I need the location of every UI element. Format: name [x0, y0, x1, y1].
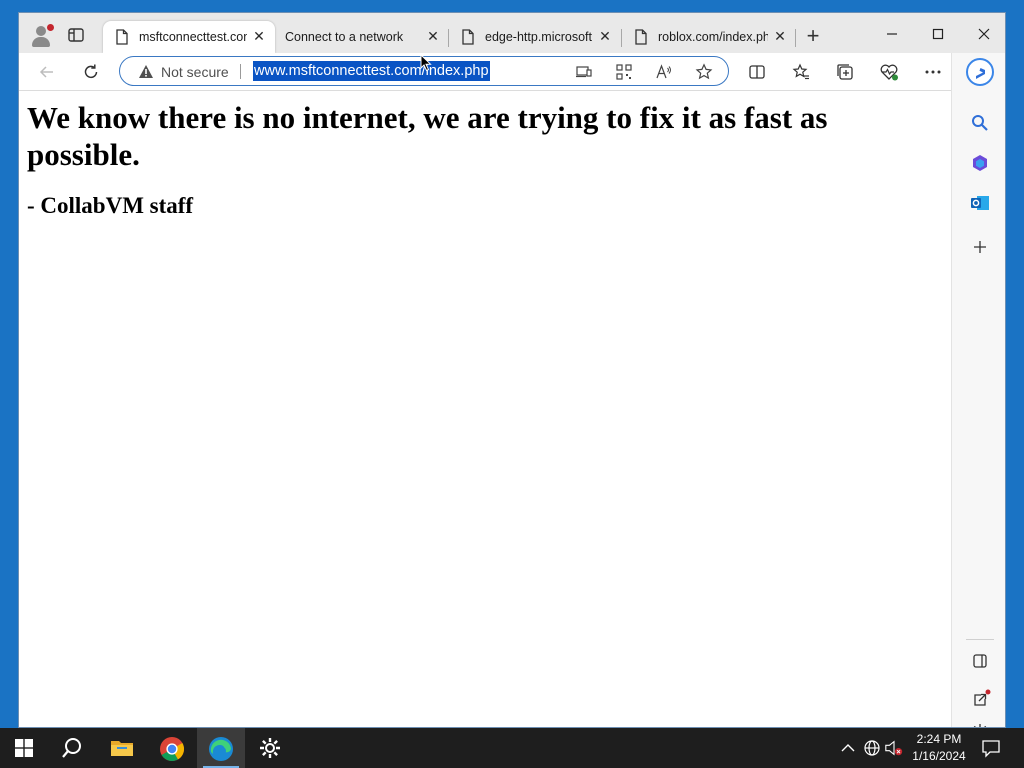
tab-roblox[interactable]: roblox.com/index.php ✕: [622, 21, 794, 53]
new-tab-button[interactable]: +: [801, 25, 825, 49]
favorites-icon: [792, 63, 809, 80]
notification-center-icon[interactable]: [980, 738, 1002, 758]
outlook-icon: [971, 196, 989, 210]
refresh-button[interactable]: [79, 60, 103, 84]
tab-label: msftconnecttest.com: [139, 30, 247, 44]
back-arrow-icon: [39, 66, 53, 78]
plus-icon: +: [806, 23, 820, 48]
minimize-button[interactable]: [869, 21, 915, 49]
browser-essentials-button[interactable]: [877, 60, 901, 84]
taskbar-search-button[interactable]: [48, 728, 96, 768]
edge-sidebar: [951, 53, 1005, 727]
taskbar-settings[interactable]: [246, 728, 294, 768]
microsoft365-icon: [973, 155, 987, 171]
profile-notification-dot: [47, 24, 54, 31]
edge-browser-window: msftconnecttest.com ✕ Connect to a netwo…: [18, 12, 1006, 728]
page-content: We know there is no internet, we are try…: [19, 91, 951, 727]
search-icon: [972, 115, 988, 131]
tab-actions-menu-button[interactable]: [67, 26, 85, 44]
close-icon: [978, 28, 990, 40]
navigation-toolbar: Not secure www.msftconnecttest.com/index…: [19, 53, 1005, 91]
tab-actions-icon: [68, 28, 84, 42]
read-aloud-icon[interactable]: [655, 63, 673, 81]
tab-msftconnecttest[interactable]: msftconnecttest.com ✕: [103, 21, 275, 53]
security-status-label[interactable]: Not secure: [161, 64, 229, 80]
collections-icon: [837, 64, 853, 80]
edge-icon: [209, 737, 233, 761]
close-window-button[interactable]: [961, 21, 1005, 49]
mouse-pointer-icon: [420, 54, 432, 72]
clock-date: 1/16/2024: [912, 749, 966, 763]
tab-close-icon[interactable]: ✕: [772, 28, 788, 44]
bing-copilot-icon: [966, 58, 994, 86]
taskbar-edge[interactable]: [197, 728, 245, 768]
clock-time: 2:24 PM: [916, 732, 962, 746]
plus-icon: [974, 241, 986, 253]
sidebar-search-button[interactable]: [969, 112, 991, 134]
url-text[interactable]: www.msftconnecttest.com/index.php: [253, 61, 490, 81]
maximize-button[interactable]: [915, 21, 961, 49]
minimize-icon: [887, 33, 897, 35]
external-link-icon: [974, 689, 991, 706]
sidebar-add-button[interactable]: [969, 236, 991, 258]
gear-icon: [260, 738, 280, 758]
page-icon: [635, 29, 647, 45]
sidebar-divider: [966, 639, 994, 640]
windows-logo-icon: [15, 739, 33, 757]
profile-avatar-button[interactable]: [27, 23, 55, 51]
chrome-icon: [160, 737, 185, 762]
network-globe-icon[interactable]: [862, 738, 882, 758]
hide-sidebar-button[interactable]: [969, 650, 991, 672]
volume-muted-icon[interactable]: [884, 738, 904, 758]
split-screen-icon: [749, 65, 765, 79]
tab-label: Connect to a network: [285, 30, 404, 44]
page-heading: We know there is no internet, we are try…: [27, 100, 828, 172]
collections-button[interactable]: [833, 60, 857, 84]
search-icon: [62, 738, 81, 758]
app-available-icon[interactable]: [575, 63, 593, 81]
page-icon: [116, 29, 128, 45]
tab-edge-http[interactable]: edge-http.microsoft.com ✕: [449, 21, 619, 53]
profile-avatar-icon: [36, 26, 46, 36]
sidebar-panel-icon: [973, 654, 987, 668]
settings-and-more-button[interactable]: [921, 60, 945, 84]
windows-taskbar: 2:24 PM 1/16/2024: [0, 728, 1024, 768]
start-button[interactable]: [0, 728, 48, 768]
tab-close-icon[interactable]: ✕: [425, 28, 441, 44]
tab-label: roblox.com/index.php: [658, 30, 768, 44]
split-screen-button[interactable]: [745, 60, 769, 84]
more-horizontal-icon: [925, 70, 941, 74]
tab-label: edge-http.microsoft.com: [485, 30, 593, 44]
taskbar-chrome[interactable]: [148, 728, 196, 768]
qr-code-icon[interactable]: [615, 63, 633, 81]
taskbar-file-explorer[interactable]: [98, 728, 146, 768]
tab-strip: msftconnecttest.com ✕ Connect to a netwo…: [19, 13, 1005, 53]
tab-close-icon[interactable]: ✕: [597, 28, 613, 44]
system-clock[interactable]: 2:24 PM 1/16/2024: [908, 731, 970, 765]
address-separator: [240, 64, 241, 79]
maximize-icon: [932, 28, 944, 40]
refresh-icon: [84, 64, 98, 79]
chevron-up-icon[interactable]: [838, 738, 858, 758]
warning-triangle-icon[interactable]: [138, 64, 154, 79]
heart-pulse-icon: [880, 64, 898, 81]
folder-icon: [111, 741, 133, 756]
back-button[interactable]: [35, 60, 59, 84]
gear-icon: [973, 724, 987, 727]
sidebar-outlook-button[interactable]: [969, 192, 991, 214]
sidebar-settings-button[interactable]: [969, 721, 991, 727]
page-icon: [462, 29, 474, 45]
open-external-button[interactable]: [969, 689, 991, 711]
favorite-star-icon[interactable]: [695, 63, 713, 81]
sidebar-m365-button[interactable]: [969, 152, 991, 174]
tab-close-icon[interactable]: ✕: [251, 28, 267, 44]
copilot-button[interactable]: [965, 57, 995, 87]
page-signature: - CollabVM staff: [27, 193, 194, 218]
favorites-button[interactable]: [789, 60, 813, 84]
tab-separator: [795, 29, 796, 47]
tab-connect-to-network[interactable]: Connect to a network ✕: [277, 21, 447, 53]
